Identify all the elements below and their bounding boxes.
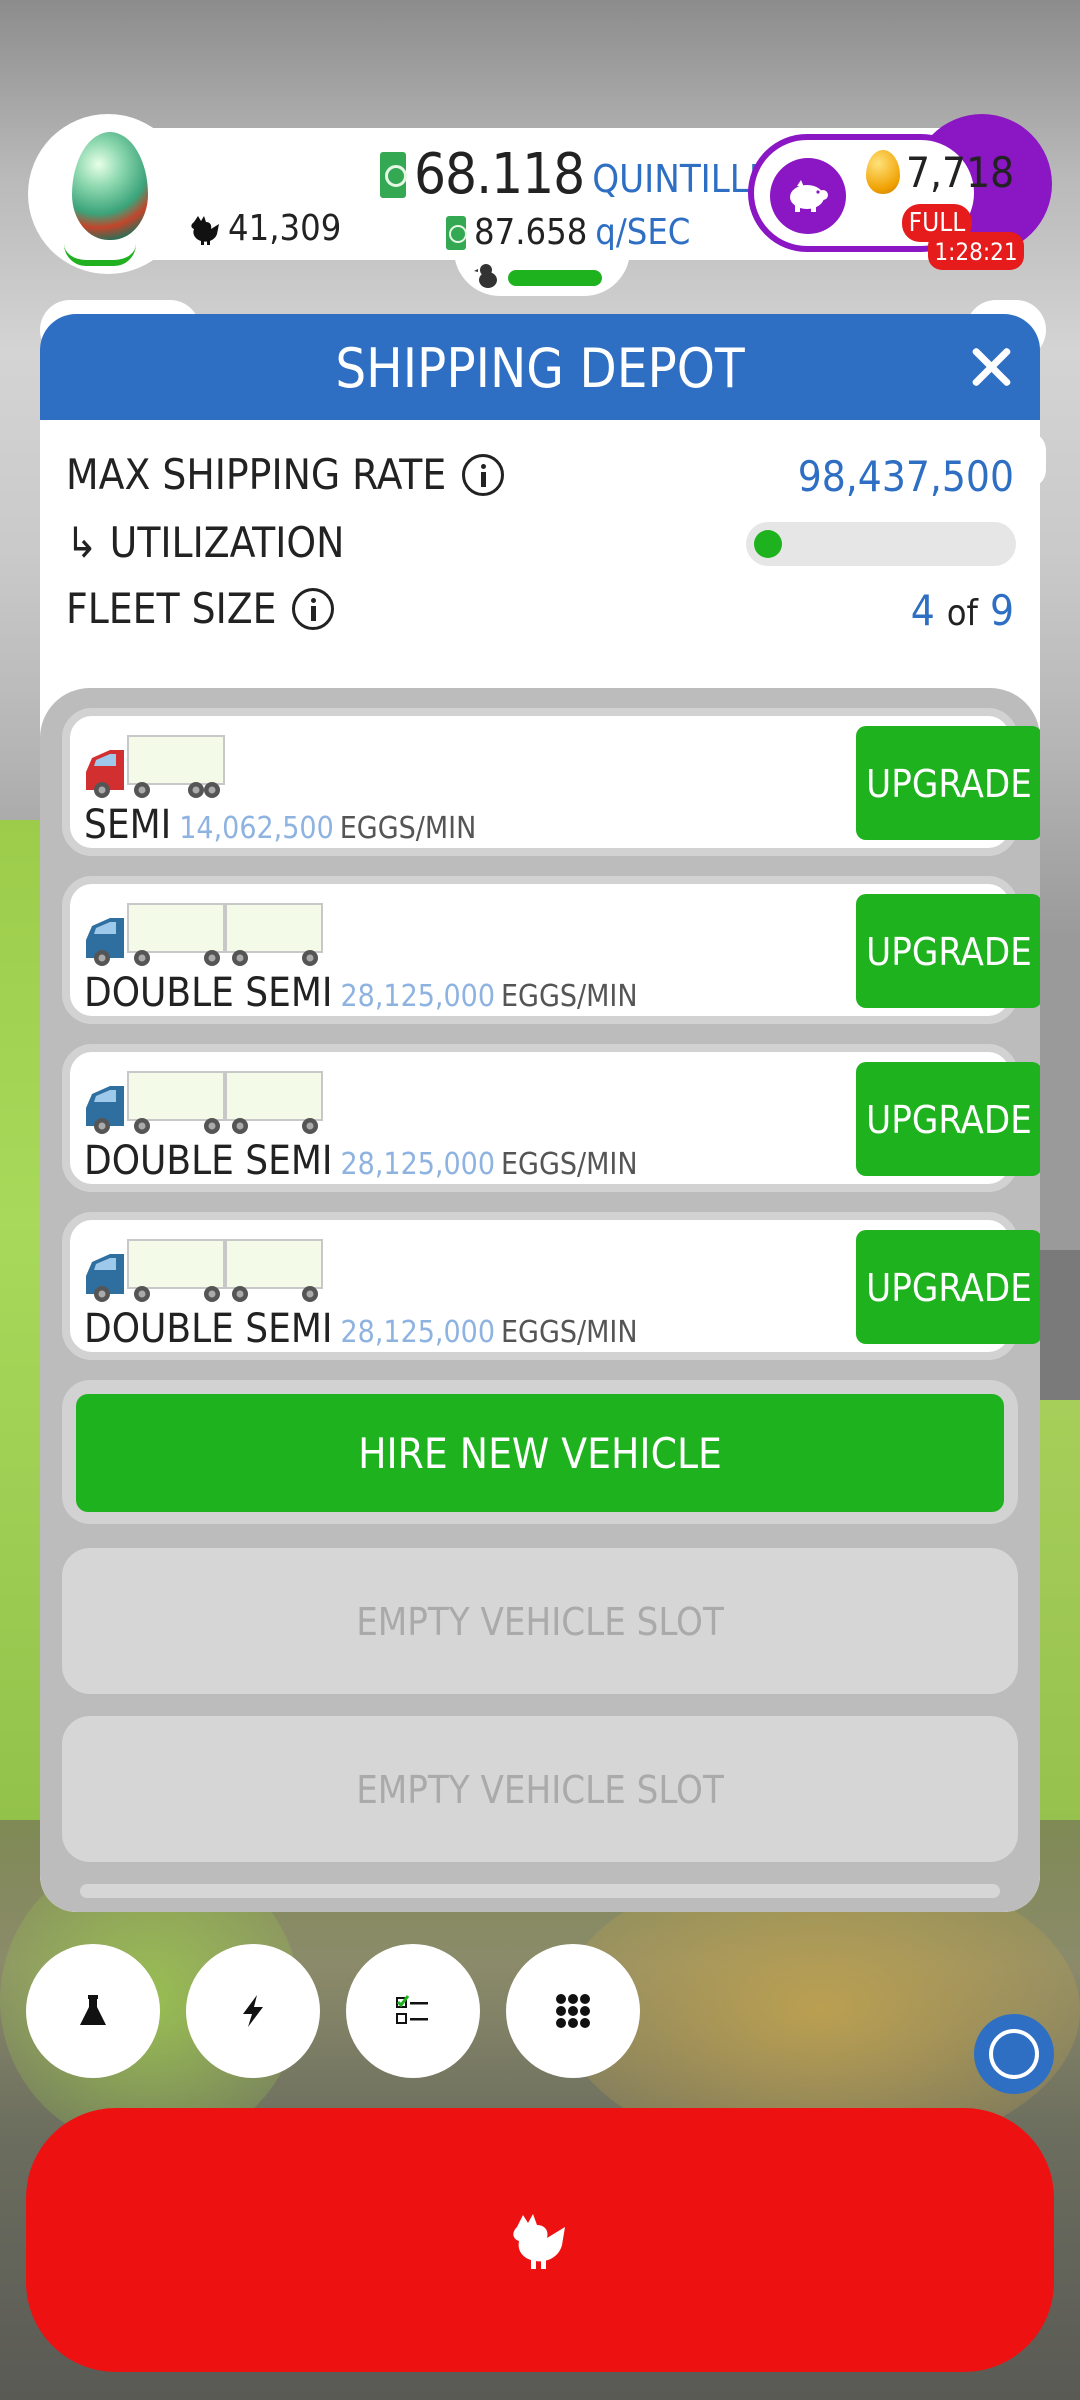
vehicle-type: DOUBLE SEMI <box>84 970 333 1016</box>
chicken-count: 41,309 <box>188 208 341 249</box>
vehicle-name: SEMI 14,062,500 EGGS/MIN <box>84 802 476 848</box>
cash-icon <box>446 215 467 250</box>
utilization-label: ↳ UTILIZATION <box>66 518 344 567</box>
boost-lightning-icon <box>243 1995 263 2027</box>
vehicle-name: DOUBLE SEMI 28,125,000 EGGS/MIN <box>84 1138 638 1184</box>
chicken-icon <box>513 2214 565 2269</box>
chicken-icon <box>191 215 219 245</box>
vehicle-rate-unit: EGGS/MIN <box>501 979 638 1014</box>
vehicle-rate: 28,125,000 <box>340 1147 495 1182</box>
vehicle-rate-unit: EGGS/MIN <box>501 1147 638 1182</box>
max-shipping-rate-label: MAX SHIPPING RATE <box>66 450 505 499</box>
hire-slot: HIRE NEW VEHICLE <box>62 1380 1018 1524</box>
hire-new-vehicle-button[interactable]: HIRE NEW VEHICLE <box>76 1394 1004 1512</box>
egg-button[interactable] <box>28 114 188 274</box>
cash-icon <box>380 151 407 198</box>
vehicle-type: DOUBLE SEMI <box>84 1138 333 1184</box>
egg-progress-arc <box>64 244 136 266</box>
modal-title: SHIPPING DEPOT <box>335 337 745 400</box>
upgrade-button[interactable]: UPGRADE <box>856 726 1040 840</box>
vehicle-row: DOUBLE SEMI 28,125,000 EGGS/MIN UPGRADE <box>62 1212 1040 1360</box>
semi-truck-icon <box>86 735 225 798</box>
vehicle-rate: 28,125,000 <box>340 979 495 1014</box>
income-rate-unit: q/SEC <box>595 212 691 253</box>
egg-icon <box>72 132 148 240</box>
vehicle-row: DOUBLE SEMI 28,125,000 EGGS/MIN UPGRADE <box>62 1044 1040 1192</box>
fleet-size-text: FLEET SIZE <box>66 584 277 633</box>
research-button[interactable] <box>26 1944 160 2078</box>
vehicle-row: SEMI 14,062,500 EGGS/MIN UPGRADE <box>62 708 1040 856</box>
double-semi-truck-icon <box>86 1239 323 1302</box>
hatchery-capacity-bar <box>508 270 602 286</box>
upgrade-button[interactable]: UPGRADE <box>856 1230 1040 1344</box>
shipping-depot-modal: SHIPPING DEPOT MAX SHIPPING RATE 98,437,… <box>40 314 1040 1912</box>
piggy-bank-button[interactable] <box>770 158 846 234</box>
utilization-bar <box>746 522 1016 566</box>
utilization-text: ↳ UTILIZATION <box>66 518 345 567</box>
vehicle-rate: 14,062,500 <box>179 811 334 846</box>
info-icon[interactable] <box>292 587 335 630</box>
vehicle-rate: 28,125,000 <box>340 1315 495 1350</box>
fleet-size-value: 4 of 9 <box>911 586 1014 635</box>
empty-vehicle-slot: EMPTY VEHICLE SLOT <box>62 1548 1018 1694</box>
fleet-size-label: FLEET SIZE <box>66 584 335 633</box>
double-semi-truck-icon <box>86 903 323 966</box>
silo-full-badge: FULL <box>902 204 972 242</box>
menu-grid-icon <box>556 1994 590 2028</box>
fleet-size-current: 4 <box>910 586 935 635</box>
golden-egg-count: 7,718 <box>906 148 1015 197</box>
golden-egg-icon <box>866 150 900 194</box>
close-icon[interactable] <box>968 344 1014 390</box>
cash-display: 68.118 QUINTILLION <box>380 142 811 207</box>
vehicle-name: DOUBLE SEMI 28,125,000 EGGS/MIN <box>84 970 638 1016</box>
max-shipping-rate-text: MAX SHIPPING RATE <box>66 450 447 499</box>
double-semi-truck-icon <box>86 1071 323 1134</box>
chicken-count-value: 41,309 <box>228 208 342 249</box>
vehicle-list[interactable]: SEMI 14,062,500 EGGS/MIN UPGRADE DOUBLE SEMI… <box>40 688 1040 1912</box>
menu-button[interactable] <box>506 1944 640 2078</box>
boosts-button[interactable] <box>186 1944 320 2078</box>
missions-button[interactable] <box>346 1944 480 2078</box>
max-shipping-rate-value: 98,437,500 <box>797 452 1014 501</box>
hatch-chicken-button[interactable] <box>26 2108 1054 2372</box>
vehicle-type: DOUBLE SEMI <box>84 1306 333 1352</box>
vehicle-row: DOUBLE SEMI 28,125,000 EGGS/MIN UPGRADE <box>62 876 1040 1024</box>
camera-toggle-button[interactable] <box>974 2014 1054 2094</box>
chick-icon <box>474 264 497 288</box>
fleet-size-of: of <box>946 593 978 634</box>
upgrade-button[interactable]: UPGRADE <box>856 1062 1040 1176</box>
income-rate: 87.658 q/SEC <box>446 212 690 253</box>
empty-vehicle-slot: EMPTY VEHICLE SLOT <box>62 1716 1018 1862</box>
income-rate-amount: 87.658 <box>474 212 588 253</box>
research-flask-icon <box>80 1995 106 2025</box>
upgrade-button[interactable]: UPGRADE <box>856 894 1040 1008</box>
list-next-item-peek <box>80 1884 1000 1898</box>
piggy-bank-icon <box>790 180 828 212</box>
vehicle-rate-unit: EGGS/MIN <box>501 1315 638 1350</box>
info-icon[interactable] <box>462 453 505 496</box>
vehicle-type: SEMI <box>84 802 172 848</box>
fleet-size-max: 9 <box>989 586 1014 635</box>
cash-amount: 68.118 <box>414 142 585 207</box>
utilization-bar-fill <box>754 530 782 558</box>
vehicle-rate-unit: EGGS/MIN <box>339 811 477 846</box>
missions-checklist-icon <box>396 1995 428 2024</box>
vehicle-name: DOUBLE SEMI 28,125,000 EGGS/MIN <box>84 1306 638 1352</box>
